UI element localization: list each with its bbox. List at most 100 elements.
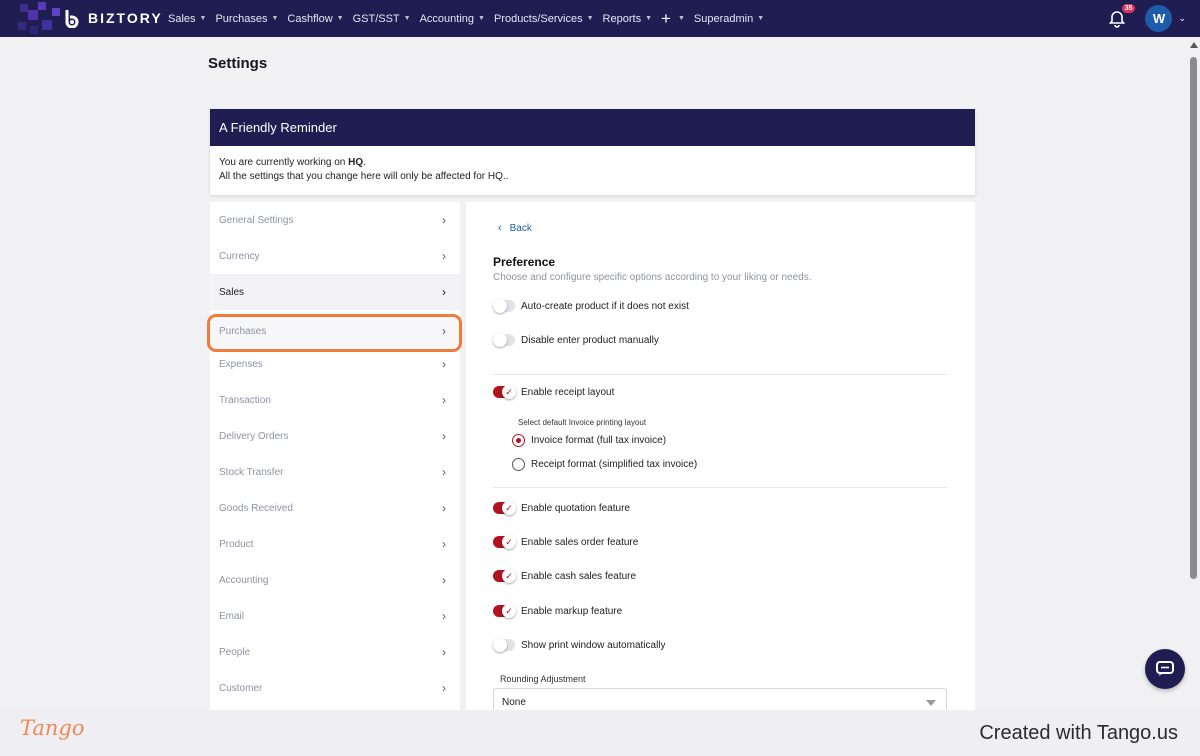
radio-label: Invoice format (full tax invoice)	[531, 435, 667, 446]
disable-manual-entry-toggle[interactable]	[493, 333, 515, 347]
menu-accounting[interactable]: Accounting ▼	[420, 13, 485, 25]
sidebar-item-stock-transfer[interactable]: Stock Transfer ›	[210, 454, 460, 490]
print-window-toggle[interactable]	[493, 638, 515, 652]
sidebar-item-general-settings[interactable]: General Settings ›	[210, 202, 460, 238]
scrollbar-thumb[interactable]	[1190, 57, 1197, 579]
toggle-label: Show print window automatically	[521, 639, 666, 651]
nav-right: 35 W ⌄	[1107, 0, 1186, 37]
chevron-right-icon: ›	[442, 393, 446, 407]
menu-sales[interactable]: Sales ▼	[168, 13, 206, 25]
receipt-format-radio[interactable]	[512, 458, 525, 471]
caret-down-icon: ▼	[586, 15, 594, 22]
sidebar-item-label: General Settings	[219, 214, 294, 226]
brand-name: BIZTORY	[88, 10, 163, 26]
preference-title: Preference	[493, 255, 556, 269]
sidebar-item-people[interactable]: People ›	[210, 634, 460, 670]
sidebar-item-transaction[interactable]: Transaction ›	[210, 382, 460, 418]
preference-panel: ‹ Back Preference Choose and configure sp…	[466, 202, 975, 710]
markup-feature-row: Enable markup feature	[493, 604, 623, 618]
chevron-right-icon: ›	[442, 324, 446, 338]
reminder-entity: HQ	[348, 157, 364, 168]
invoice-format-radio[interactable]	[512, 434, 525, 447]
menu-superadmin[interactable]: Superadmin ▼	[694, 13, 764, 25]
sidebar-item-label: Transaction	[219, 394, 271, 406]
auto-create-product-toggle[interactable]	[493, 299, 515, 313]
chevron-right-icon: ›	[442, 645, 446, 659]
caret-down-icon: ▼	[403, 15, 411, 22]
reminder-heading: A Friendly Reminder	[210, 109, 975, 146]
sidebar-item-sales[interactable]: Sales ›	[210, 274, 460, 310]
chevron-right-icon: ›	[442, 357, 446, 371]
caret-down-icon: ▼	[478, 15, 485, 22]
cash-sales-feature-toggle[interactable]	[493, 569, 516, 583]
rounding-adjustment-select[interactable]: None	[493, 688, 947, 710]
menu-gst-sst[interactable]: GST/SST ▼	[353, 13, 411, 25]
sidebar-item-label: People	[219, 646, 251, 658]
scroll-up-arrow-icon[interactable]	[1190, 42, 1198, 48]
back-link[interactable]: ‹ Back	[498, 222, 532, 234]
caret-down-icon: ▼	[677, 15, 685, 22]
menu-label: Reports	[602, 12, 642, 25]
sidebar-item-currency[interactable]: Currency ›	[210, 238, 460, 274]
plus-icon: +	[661, 9, 671, 28]
menu-reports[interactable]: Reports ▼	[603, 13, 652, 25]
menu-quick-add[interactable]: + ▼	[661, 10, 685, 27]
menu-cashflow[interactable]: Cashflow ▼	[287, 13, 343, 25]
toggle-label: Enable cash sales feature	[521, 570, 637, 582]
tango-footer: Tango Created with Tango.us	[0, 710, 1200, 756]
brand-logo[interactable]: BIZTORY	[64, 8, 163, 28]
page-scrollbar[interactable]	[1187, 37, 1200, 710]
print-window-row: Show print window automatically	[493, 638, 666, 652]
back-label: Back	[509, 222, 532, 234]
invoice-format-radio-row[interactable]: Invoice format (full tax invoice)	[512, 434, 666, 447]
caret-down-icon: ▼	[645, 15, 653, 22]
sidebar-item-label: Sales	[219, 286, 245, 298]
sidebar-item-product[interactable]: Product ›	[210, 526, 460, 562]
receipt-format-radio-row[interactable]: Receipt format (simplified tax invoice)	[512, 458, 697, 471]
print-layout-label: Select default Invoice printing layout	[518, 418, 647, 427]
sidebar-item-label: Purchases	[219, 325, 267, 337]
sidebar-item-delivery-orders[interactable]: Delivery Orders ›	[210, 418, 460, 454]
chevron-down-icon[interactable]: ⌄	[1178, 13, 1186, 24]
sidebar-item-goods-received[interactable]: Goods Received ›	[210, 490, 460, 526]
sidebar-item-label: Accounting	[219, 574, 269, 586]
created-with-text: Created with Tango.us	[979, 722, 1178, 744]
user-avatar[interactable]: W	[1145, 5, 1173, 32]
disable-manual-entry-row: Disable enter product manually	[493, 333, 659, 347]
sales-order-feature-toggle[interactable]	[493, 535, 516, 549]
friendly-reminder-card: A Friendly Reminder You are currently wo…	[210, 109, 975, 195]
menu-label: Superadmin	[693, 12, 754, 25]
quotation-feature-toggle[interactable]	[493, 501, 516, 515]
notifications-button[interactable]: 35	[1107, 3, 1136, 29]
sidebar-item-accounting[interactable]: Accounting ›	[210, 562, 460, 598]
chevron-right-icon: ›	[442, 285, 446, 299]
chevron-right-icon: ›	[442, 213, 446, 227]
radio-label: Receipt format (simplified tax invoice)	[531, 459, 698, 470]
toggle-label: Enable markup feature	[521, 605, 623, 617]
sidebar-item-purchases[interactable]: Purchases ›	[210, 313, 460, 349]
page-title: Settings	[208, 55, 268, 72]
receipt-layout-toggle[interactable]	[493, 385, 516, 399]
markup-feature-toggle[interactable]	[493, 604, 516, 618]
chevron-right-icon: ›	[442, 609, 446, 623]
sidebar-item-label: Delivery Orders	[219, 430, 289, 442]
menu-products-services[interactable]: Products/Services ▼	[494, 13, 594, 25]
tango-logo: Tango	[20, 716, 85, 740]
chat-button[interactable]	[1145, 649, 1185, 689]
notification-count-badge: 35	[1121, 3, 1136, 13]
sidebar-item-label: Stock Transfer	[219, 466, 284, 478]
chevron-right-icon: ›	[442, 249, 446, 263]
menu-label: Products/Services	[493, 12, 583, 25]
menu-label: Sales	[168, 12, 196, 25]
sidebar-item-label: Email	[219, 610, 245, 622]
sidebar-item-email[interactable]: Email ›	[210, 598, 460, 634]
toggle-label: Enable sales order feature	[521, 536, 639, 548]
sidebar-item-customer[interactable]: Customer ›	[210, 670, 460, 706]
sidebar-item-label: Expenses	[219, 358, 263, 370]
chevron-right-icon: ›	[442, 681, 446, 695]
menu-purchases[interactable]: Purchases ▼	[215, 13, 278, 25]
sidebar-item-label: Goods Received	[219, 502, 293, 514]
divider	[493, 487, 947, 488]
toggle-label: Auto-create product if it does not exist	[521, 300, 689, 312]
menu-label: GST/SST	[352, 12, 400, 25]
